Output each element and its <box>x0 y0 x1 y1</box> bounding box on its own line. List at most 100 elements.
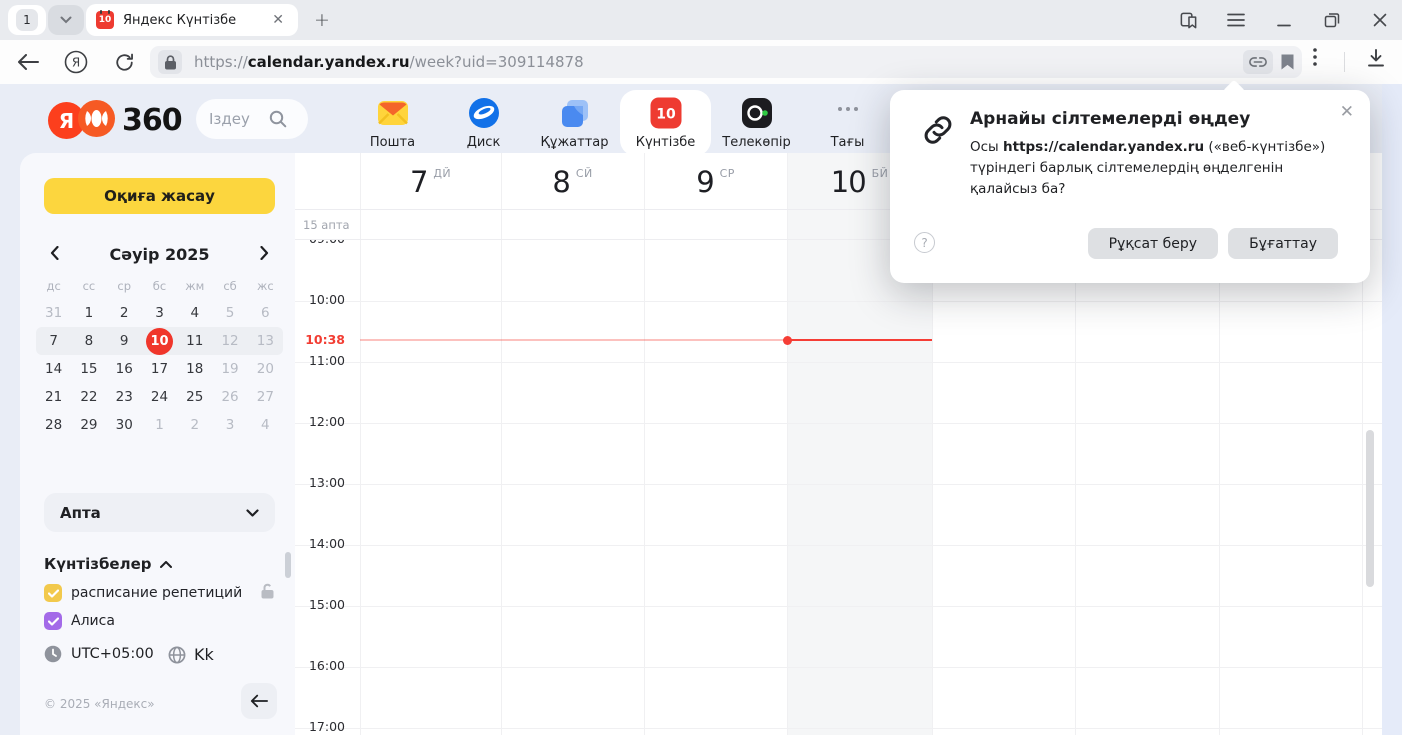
search-box[interactable] <box>196 99 308 139</box>
browser-menu-icon[interactable] <box>1226 10 1246 30</box>
mini-calendar-day[interactable]: 3 <box>142 305 177 321</box>
minimize-window-icon[interactable] <box>1274 10 1294 30</box>
service-disk[interactable]: Диск <box>438 90 529 156</box>
new-tab-button[interactable]: + <box>310 8 334 32</box>
mini-calendar-day[interactable]: 4 <box>248 417 283 433</box>
service-calendar[interactable]: 10Күнтізбе <box>620 90 711 156</box>
mini-calendar-day[interactable]: 30 <box>107 417 142 433</box>
mini-calendar-day[interactable]: 29 <box>71 417 106 433</box>
calendar-list-item[interactable]: Алиса <box>44 607 275 632</box>
block-button[interactable]: Бұғаттау <box>1228 228 1338 259</box>
downloads-icon[interactable] <box>1366 48 1386 68</box>
globe-icon <box>168 646 186 664</box>
calendars-section-toggle[interactable]: Күнтізбелер <box>44 555 172 573</box>
create-event-button[interactable]: Оқиға жасау <box>44 178 275 214</box>
mini-calendar-day[interactable]: 22 <box>71 389 106 405</box>
mini-calendar-day[interactable]: 25 <box>177 389 212 405</box>
sidebar-scrollbar-thumb[interactable] <box>285 552 291 578</box>
hour-line <box>295 667 1382 668</box>
mini-calendar-day[interactable]: 19 <box>212 361 247 377</box>
mini-calendar-day[interactable]: 4 <box>177 305 212 321</box>
week-number-label: 15 апта <box>303 218 350 232</box>
toolbar-divider <box>1344 52 1345 72</box>
weekday-label: бс <box>142 279 177 293</box>
timezone-control[interactable]: UTC+05:00 <box>44 645 154 663</box>
language-control[interactable]: Kk <box>168 645 214 664</box>
mini-calendar-current-week: 78910111213 <box>36 327 283 355</box>
mini-calendar-day[interactable]: 2 <box>107 305 142 321</box>
sidebar: Оқиға жасау Сәуір 2025 дссссрбсжмсбжс 31… <box>20 153 295 735</box>
browser-tab-calendar[interactable]: 10 Яндекс Күнтізбе ✕ <box>86 4 298 36</box>
mini-calendar-day[interactable]: 18 <box>177 361 212 377</box>
address-bar[interactable]: https://calendar.yandex.ru/week?uid=3091… <box>150 46 1302 78</box>
mini-calendar-day[interactable]: 1 <box>71 305 106 321</box>
special-links-icon[interactable] <box>1243 50 1273 74</box>
mini-calendar-day[interactable]: 31 <box>36 305 71 321</box>
current-time-line-dim <box>360 339 787 341</box>
bookmarks-panel-icon[interactable] <box>1178 10 1198 30</box>
popup-close-icon[interactable]: ✕ <box>1340 102 1354 122</box>
yandex-home-icon[interactable]: Я <box>62 48 90 76</box>
reload-icon[interactable] <box>110 48 138 76</box>
day-header-8[interactable]: 8СЙ <box>501 153 644 210</box>
restore-window-icon[interactable] <box>1322 10 1342 30</box>
mini-calendar-day[interactable]: 26 <box>212 389 247 405</box>
mini-calendar-day[interactable]: 1 <box>142 417 177 433</box>
mini-calendar-day[interactable]: 12 <box>212 333 247 349</box>
service-more[interactable]: Тағы <box>802 90 893 156</box>
tab-title: Яндекс Күнтізбе <box>123 13 268 28</box>
mini-calendar-week: 2829301234 <box>36 411 283 439</box>
grid-scrollbar-thumb[interactable] <box>1366 430 1374 587</box>
mini-calendar-selected-day[interactable]: 10 <box>142 328 177 355</box>
tab-list-dropdown[interactable] <box>48 5 84 35</box>
mini-calendar-day[interactable]: 27 <box>248 389 283 405</box>
close-window-icon[interactable] <box>1370 10 1390 30</box>
time-grid[interactable]: 10:38 09:0010:0011:0012:0013:0014:0015:0… <box>295 240 1382 735</box>
mini-calendar-day[interactable]: 23 <box>107 389 142 405</box>
tab-close-icon[interactable]: ✕ <box>268 10 288 30</box>
bookmark-icon[interactable] <box>1281 54 1294 70</box>
mini-calendar-day[interactable]: 28 <box>36 417 71 433</box>
mini-calendar-title: Сәуір 2025 <box>109 245 209 264</box>
day-header-7[interactable]: 7ДЙ <box>360 153 501 210</box>
search-input[interactable] <box>209 110 269 128</box>
service-docs[interactable]: Құжаттар <box>529 90 620 156</box>
mini-calendar-next-icon[interactable] <box>260 245 269 264</box>
mini-calendar-day[interactable]: 3 <box>212 417 247 433</box>
mini-calendar-day[interactable]: 13 <box>248 333 283 349</box>
yandex-360-logo[interactable]: Я 360 <box>48 100 182 141</box>
service-mail[interactable]: Пошта <box>347 90 438 156</box>
lock-icon[interactable] <box>158 50 182 74</box>
service-telemost[interactable]: Телекөпір <box>711 90 802 156</box>
mini-calendar-day[interactable]: 11 <box>177 333 212 349</box>
mini-calendar-day[interactable]: 21 <box>36 389 71 405</box>
mini-calendar-day[interactable]: 8 <box>71 333 106 349</box>
mini-calendar-day[interactable]: 2 <box>177 417 212 433</box>
mini-calendar-prev-icon[interactable] <box>50 245 59 264</box>
calendar-list-item[interactable]: расписание репетиций <box>44 579 275 607</box>
calendar-checkbox[interactable] <box>44 584 62 602</box>
mini-calendar-day[interactable]: 20 <box>248 361 283 377</box>
mini-calendar-day[interactable]: 7 <box>36 333 71 349</box>
mini-calendar-day[interactable]: 6 <box>248 305 283 321</box>
mini-calendar-day[interactable]: 5 <box>212 305 247 321</box>
mini-calendar-day[interactable]: 24 <box>142 389 177 405</box>
view-select[interactable]: Апта <box>44 493 275 532</box>
day-header-9[interactable]: 9СР <box>644 153 787 210</box>
mini-calendar-day[interactable]: 9 <box>107 333 142 349</box>
hour-label: 14:00 <box>295 536 345 552</box>
collapse-sidebar-button[interactable] <box>241 683 277 719</box>
current-time-dot <box>783 336 792 345</box>
page-scrollbar-track[interactable] <box>1382 84 1402 735</box>
help-icon[interactable]: ? <box>914 232 935 253</box>
360-aperture-icon <box>78 100 115 141</box>
mini-calendar-day[interactable]: 17 <box>142 361 177 377</box>
mini-calendar-day[interactable]: 15 <box>71 361 106 377</box>
mini-calendar-day[interactable]: 16 <box>107 361 142 377</box>
allow-button[interactable]: Рұқсат беру <box>1088 228 1218 259</box>
tab-counter-button[interactable]: 1 <box>8 5 46 35</box>
mini-calendar-day[interactable]: 14 <box>36 361 71 377</box>
calendar-checkbox[interactable] <box>44 612 62 630</box>
back-icon[interactable] <box>14 48 42 76</box>
toolbar-more-icon[interactable] <box>1313 48 1317 66</box>
